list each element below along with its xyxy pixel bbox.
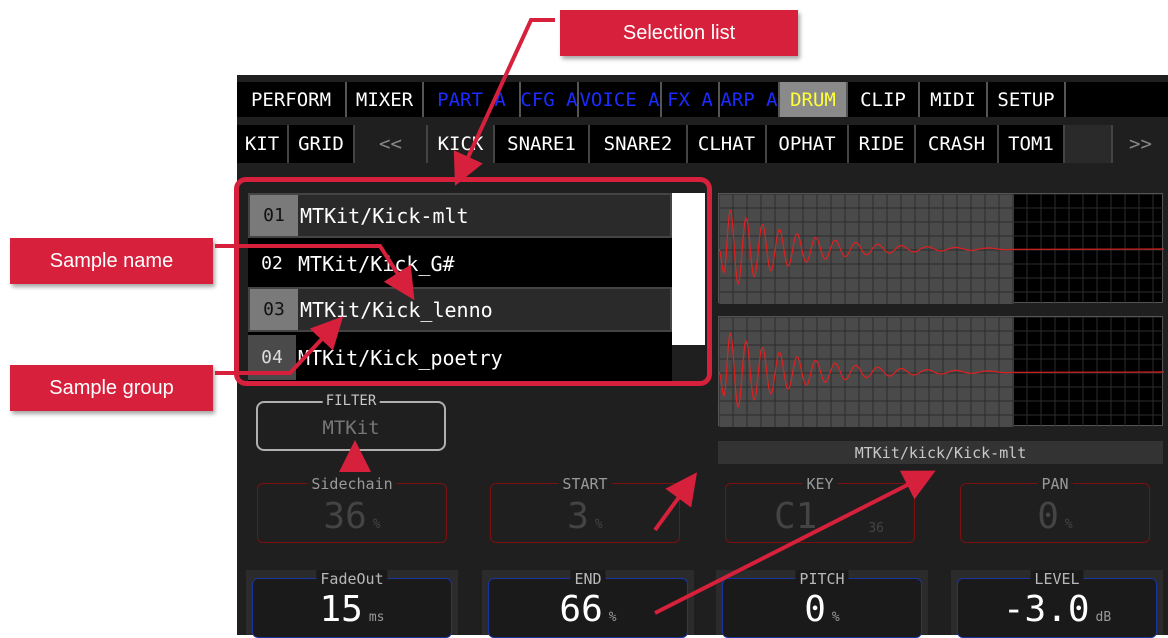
arrow-sample-name [215,244,415,301]
arrow-start [653,472,698,532]
arrow-end [654,470,936,615]
arrow-selection-list [453,18,555,186]
annotation-arrows [215,18,936,615]
arrow-sample-group [215,316,344,375]
